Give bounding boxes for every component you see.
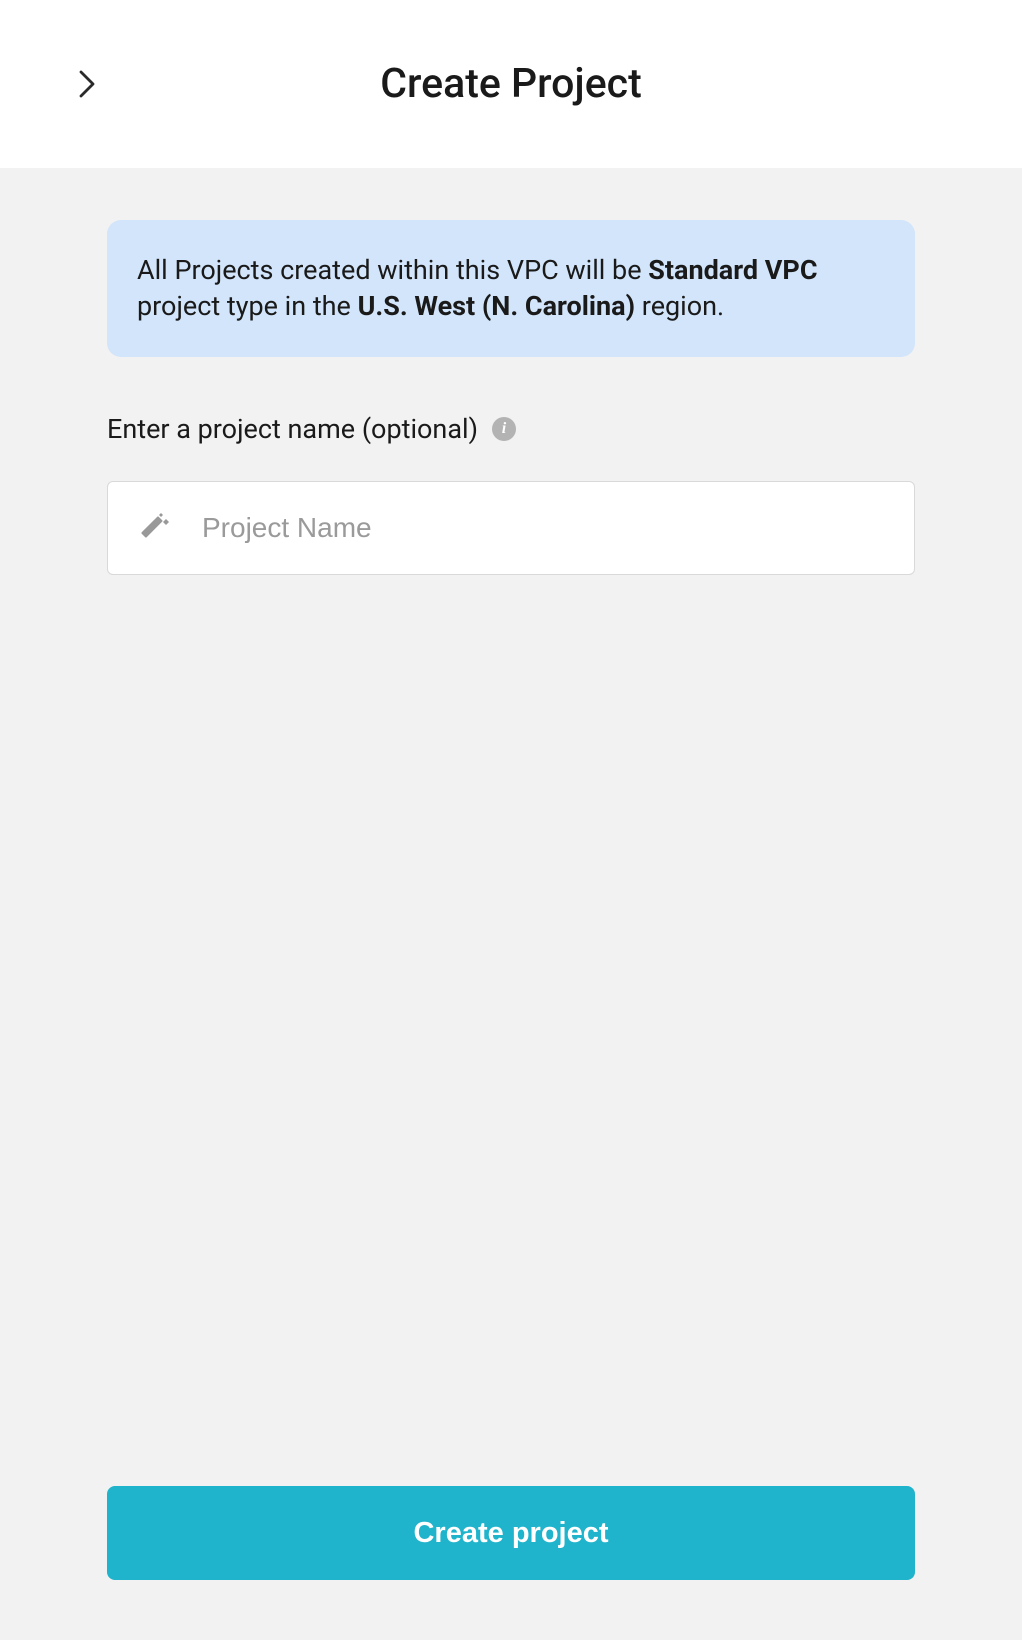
back-button[interactable]	[75, 72, 99, 96]
field-label-row: Enter a project name (optional) i	[107, 413, 915, 445]
info-icon[interactable]: i	[492, 417, 516, 441]
info-banner: All Projects created within this VPC wil…	[107, 220, 915, 357]
page-content: All Projects created within this VPC wil…	[0, 168, 1022, 1640]
chevron-right-icon	[78, 69, 96, 99]
page-title: Create Project	[0, 60, 1022, 108]
page-header: Create Project	[0, 0, 1022, 168]
project-name-input[interactable]	[202, 512, 886, 544]
content-spacer	[107, 575, 915, 1486]
info-banner-text: All Projects created within this VPC wil…	[137, 252, 885, 325]
project-name-input-container	[107, 481, 915, 575]
create-project-button[interactable]: Create project	[107, 1486, 915, 1580]
magic-wand-icon[interactable]	[136, 509, 174, 547]
project-name-label: Enter a project name (optional)	[107, 413, 478, 445]
